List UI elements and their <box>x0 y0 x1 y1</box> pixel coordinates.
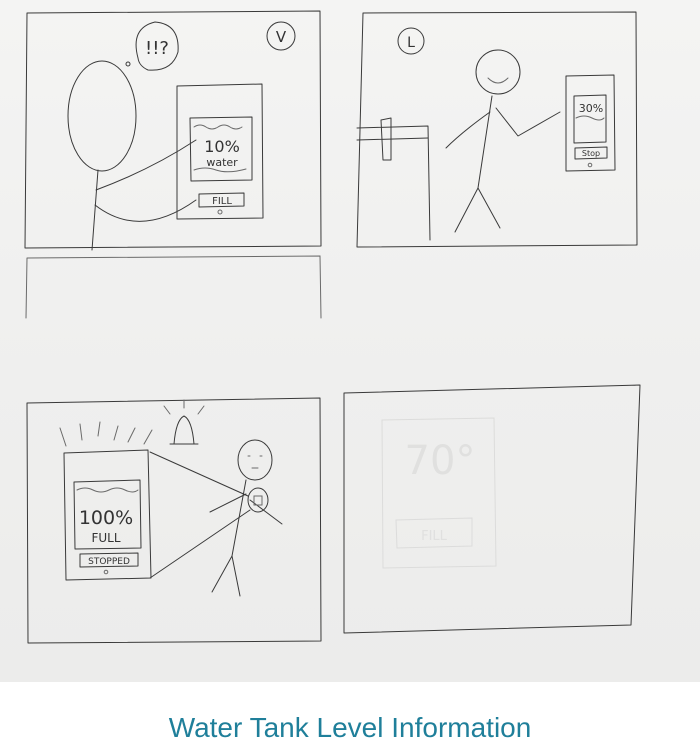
panel-1-person-arm-upper <box>95 139 197 191</box>
panel-1-fill-button[interactable]: FILL <box>212 196 232 207</box>
panel-1-person-arm-lower <box>94 199 197 222</box>
panel-3-person-legs <box>211 555 241 597</box>
panel-1-exclaim: !!? <box>145 38 169 59</box>
panel-2-person-head <box>475 49 521 95</box>
storyboard-sketch: V !!? 10% water FILL L 30% Stop 100% FUL… <box>24 10 641 644</box>
panel-2-water-wave <box>575 115 605 121</box>
panel-2: L 30% Stop <box>356 11 638 248</box>
panel-2-person-arm-left <box>445 111 491 149</box>
panel-2-person-body <box>477 95 493 189</box>
panel-1-level-text: 10% <box>204 137 240 156</box>
panel-3-phone <box>247 487 269 513</box>
panel-3-water-wave <box>76 487 139 493</box>
panel-2-stop-button[interactable]: Stop <box>582 149 600 158</box>
panel-1-badge: V <box>276 28 287 46</box>
panel-3-stopped-button[interactable]: STOPPED <box>88 557 130 567</box>
panel-3-person-face <box>247 455 263 469</box>
panel-3-sight-line-top <box>149 451 249 497</box>
panel-3-ring-lines <box>59 421 153 447</box>
panel-1-bottom-strip <box>25 255 322 319</box>
panel-2-badge: L <box>407 35 415 51</box>
panel-3-person-arms <box>209 493 283 525</box>
panel-3-device-dot <box>103 569 109 575</box>
panel-2-device-dot <box>587 162 593 168</box>
panel-1-person-body <box>91 169 99 251</box>
panel-3-person-head <box>237 439 273 481</box>
panel-4-ghost-level: 70° <box>405 438 476 484</box>
panel-3-level-text: 100% <box>79 507 133 529</box>
panel-1-person-head <box>67 60 137 172</box>
bell-icon <box>169 415 199 445</box>
panel-1-bubble-dot <box>125 61 131 67</box>
panel-4-frame <box>343 384 641 634</box>
panel-1: V !!? 10% water FILL <box>24 10 322 319</box>
panel-4: 70° FILL <box>343 384 641 634</box>
panel-3-bell-rays <box>163 399 205 415</box>
page-caption: Water Tank Level Information <box>168 712 532 743</box>
panel-2-person-legs <box>454 187 501 233</box>
panel-4-ghost-button: FILL <box>421 529 448 544</box>
panel-1-water-word: water <box>206 156 238 169</box>
panel-3: 100% FULL STOPPED <box>26 397 322 644</box>
panel-3-sight-line-bottom <box>149 509 251 579</box>
panel-2-level-text: 30% <box>579 102 603 115</box>
panel-2-counter <box>356 125 431 241</box>
panel-2-person-arm-right <box>495 107 561 137</box>
panel-2-person-smile <box>487 77 509 84</box>
panel-2-frame <box>356 11 638 248</box>
panel-1-device-dot <box>217 209 223 215</box>
panel-3-full-word: FULL <box>91 531 120 545</box>
panel-2-counter-edge <box>356 137 429 141</box>
panel-1-water-wave <box>193 124 243 130</box>
